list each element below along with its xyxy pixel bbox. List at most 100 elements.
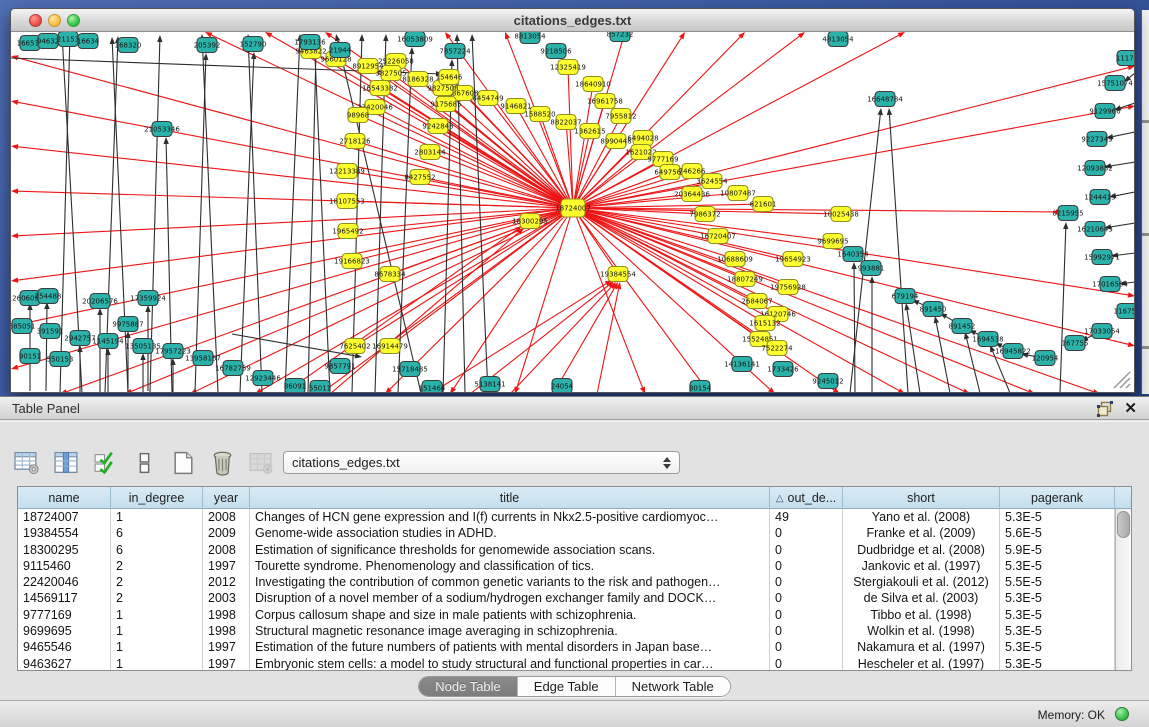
cell-short[interactable]: Wolkin et al. (1998) — [843, 623, 1000, 639]
cell-short[interactable]: Jankovic et al. (1997) — [843, 558, 1000, 574]
cell-title[interactable]: Changes of HCN gene expression and I(f) … — [250, 509, 770, 525]
cell-out_de[interactable]: 0 — [770, 525, 843, 541]
cell-year[interactable]: 2009 — [203, 525, 250, 541]
cell-title[interactable]: Tourette syndrome. Phenomenology and cla… — [250, 558, 770, 574]
cell-name[interactable]: 18724007 — [18, 509, 111, 525]
cell-out_de[interactable]: 0 — [770, 656, 843, 671]
cell-name[interactable]: 19384554 — [18, 525, 111, 541]
cell-pagerank[interactable]: 5.3E-5 — [1000, 623, 1115, 639]
graph-edge[interactable] — [1116, 192, 1134, 196]
column-visibility-icon[interactable] — [53, 450, 80, 476]
cell-name[interactable]: 9463627 — [18, 656, 111, 671]
cell-short[interactable]: Stergiakouli et al. (2012) — [843, 574, 1000, 590]
graph-edge[interactable] — [1111, 162, 1134, 166]
vertical-scrollbar[interactable] — [1115, 509, 1131, 670]
graph-edge[interactable] — [308, 57, 316, 392]
graph-edge[interactable] — [573, 208, 1128, 344]
cell-pagerank[interactable]: 5.3E-5 — [1000, 509, 1115, 525]
graph-edge[interactable] — [232, 334, 355, 356]
delete-column-icon[interactable] — [209, 450, 236, 476]
cell-in_degree[interactable]: 1 — [111, 623, 203, 639]
column-header-out_de[interactable]: △out_de... — [770, 487, 843, 509]
graph-edge[interactable] — [568, 74, 573, 208]
graph-edge[interactable] — [430, 284, 606, 392]
cell-out_de[interactable]: 0 — [770, 542, 843, 558]
cell-title[interactable]: Estimation of significance thresholds fo… — [250, 542, 770, 558]
graph-edge[interactable] — [510, 287, 611, 392]
select-rows-icon[interactable] — [92, 450, 119, 476]
graph-edge[interactable] — [454, 208, 573, 388]
graph-edge[interactable] — [18, 191, 573, 208]
network-window-titlebar[interactable]: citations_edges.txt — [11, 9, 1134, 32]
table-row[interactable]: 946362711997Embryonic stem cells: a mode… — [18, 656, 1115, 671]
citation-graph[interactable]: 1232541918640910169617587955812136261589… — [11, 32, 1134, 392]
graph-edge[interactable] — [854, 269, 855, 392]
graph-edge[interactable] — [1060, 229, 1066, 392]
table-row[interactable]: 911546021997Tourette syndrome. Phenomeno… — [18, 558, 1115, 574]
cell-name[interactable]: 9465546 — [18, 639, 111, 655]
column-header-short[interactable]: short — [843, 487, 1000, 509]
graph-edge[interactable] — [359, 208, 573, 259]
cell-name[interactable]: 14569117 — [18, 590, 111, 606]
graph-edge[interactable] — [907, 310, 920, 392]
tab-edge-table[interactable]: Edge Table — [518, 677, 616, 696]
cell-pagerank[interactable]: 5.3E-5 — [1000, 607, 1115, 623]
cell-year[interactable]: 1998 — [203, 623, 250, 639]
cell-year[interactable]: 1998 — [203, 607, 250, 623]
cell-name[interactable]: 9777169 — [18, 607, 111, 623]
table-row[interactable]: 946554611997Estimation of the future num… — [18, 639, 1115, 655]
column-header-name[interactable]: name — [18, 487, 111, 509]
cell-short[interactable]: de Silva et al. (2003) — [843, 590, 1000, 606]
cell-short[interactable]: Franke et al. (2009) — [843, 525, 1000, 541]
memory-status-indicator[interactable] — [1115, 707, 1129, 721]
cell-out_de[interactable]: 0 — [770, 639, 843, 655]
resize-grip[interactable] — [1110, 368, 1132, 390]
cell-out_de[interactable]: 0 — [770, 607, 843, 623]
cell-out_de[interactable]: 0 — [770, 558, 843, 574]
cell-year[interactable]: 1997 — [203, 639, 250, 655]
graph-edge[interactable] — [553, 288, 614, 392]
cell-out_de[interactable]: 0 — [770, 574, 843, 590]
table-row[interactable]: 969969511998Structural magnetic resonanc… — [18, 623, 1115, 639]
cell-title[interactable]: Corpus callosum shape and size in male p… — [250, 607, 770, 623]
cell-in_degree[interactable]: 6 — [111, 542, 203, 558]
cell-title[interactable]: Structural magnetic resonance image aver… — [250, 623, 770, 639]
cell-in_degree[interactable]: 6 — [111, 525, 203, 541]
column-header-pagerank[interactable]: pagerank — [1000, 487, 1115, 509]
cell-out_de[interactable]: 0 — [770, 623, 843, 639]
table-selector-dropdown[interactable]: citations_edges.txt — [283, 451, 680, 474]
cell-year[interactable]: 2008 — [203, 542, 250, 558]
cell-in_degree[interactable]: 1 — [111, 607, 203, 623]
column-header-year[interactable]: year — [203, 487, 250, 509]
close-panel-icon[interactable]: ✕ — [1124, 399, 1137, 417]
scrollbar-thumb[interactable] — [1117, 511, 1130, 538]
graph-edge[interactable] — [285, 41, 300, 392]
cell-short[interactable]: Yano et al. (2008) — [843, 509, 1000, 525]
cell-name[interactable]: 9699695 — [18, 623, 111, 639]
cell-in_degree[interactable]: 2 — [111, 574, 203, 590]
table-row[interactable]: 1872400712008Changes of HCN gene express… — [18, 509, 1115, 525]
cell-in_degree[interactable]: 1 — [111, 509, 203, 525]
graph-edge[interactable] — [967, 339, 980, 392]
cell-in_degree[interactable]: 1 — [111, 656, 203, 671]
table-row[interactable]: 1938455462009Genome-wide association stu… — [18, 525, 1115, 541]
cell-pagerank[interactable]: 5.3E-5 — [1000, 590, 1115, 606]
table-row[interactable]: 977716911998Corpus callosum shape and si… — [18, 607, 1115, 623]
cell-name[interactable]: 22420046 — [18, 574, 111, 590]
network-canvas[interactable]: 1232541918640910169617587955812136261589… — [11, 32, 1134, 392]
graph-edge[interactable] — [314, 41, 330, 392]
cell-pagerank[interactable]: 5.3E-5 — [1000, 558, 1115, 574]
cell-year[interactable]: 2012 — [203, 574, 250, 590]
column-header-in_degree[interactable]: in_degree — [111, 487, 203, 509]
float-panel-icon[interactable] — [1097, 401, 1113, 417]
cell-short[interactable]: Nakamura et al. (1997) — [843, 639, 1000, 655]
cell-title[interactable]: Disruption of a novel member of a sodium… — [250, 590, 770, 606]
cell-pagerank[interactable]: 5.3E-5 — [1000, 639, 1115, 655]
cell-title[interactable]: Embryonic stem cells: a model to study s… — [250, 656, 770, 671]
graph-edge[interactable] — [597, 289, 619, 392]
graph-edge[interactable] — [1118, 253, 1134, 255]
table-row[interactable]: 1456911722003Disruption of a novel membe… — [18, 590, 1115, 606]
cell-pagerank[interactable]: 5.9E-5 — [1000, 542, 1115, 558]
cell-pagerank[interactable]: 5.5E-5 — [1000, 574, 1115, 590]
cell-in_degree[interactable]: 2 — [111, 590, 203, 606]
